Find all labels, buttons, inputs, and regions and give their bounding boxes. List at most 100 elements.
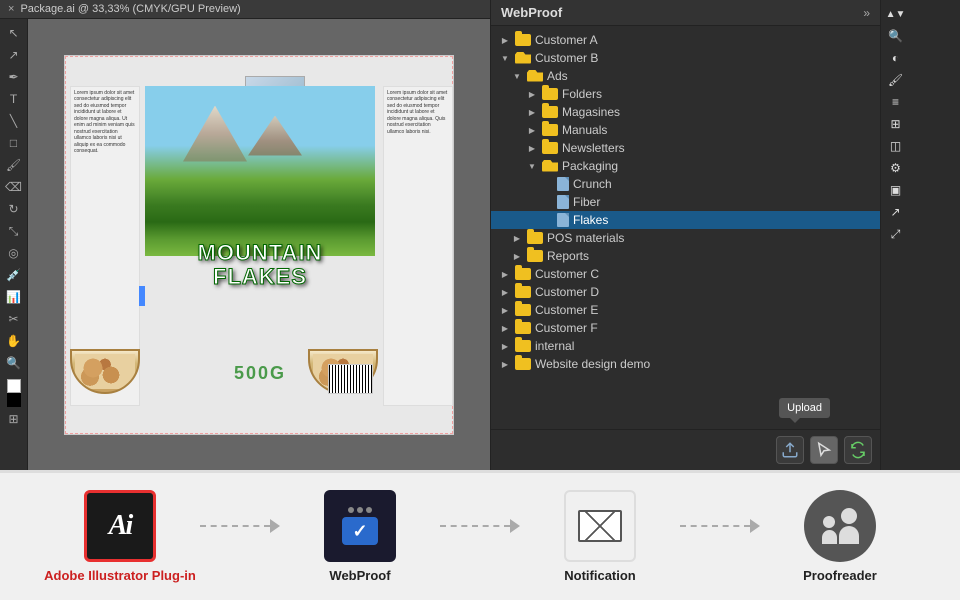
tree-label: Folders bbox=[562, 87, 602, 101]
step-label-illustrator: Adobe Illustrator Plug-in bbox=[44, 568, 196, 583]
canvas-area: Lorem ipsum dolor sit amet consectetur a… bbox=[28, 19, 490, 470]
tree-label: Manuals bbox=[562, 123, 607, 137]
blend-icon[interactable]: ◎ bbox=[3, 243, 25, 263]
direct-select-icon[interactable]: ↗ bbox=[3, 45, 25, 65]
graph-icon[interactable]: 📊 bbox=[3, 287, 25, 307]
arrow-icon: ▶ bbox=[499, 268, 511, 280]
arrow-icon: ▶ bbox=[499, 322, 511, 334]
illustrator-panel: × Package.ai @ 33,33% (CMYK/GPU Preview)… bbox=[0, 0, 490, 470]
arrow-icon: ▼ bbox=[526, 160, 538, 172]
rotate-icon[interactable]: ↻ bbox=[3, 199, 25, 219]
title-bar-text: Package.ai @ 33,33% (CMYK/GPU Preview) bbox=[20, 3, 240, 15]
tree-label: Reports bbox=[547, 249, 589, 263]
paint-icon[interactable]: 🖌 bbox=[3, 155, 25, 175]
tree-item-reports[interactable]: ▶ Reports bbox=[491, 247, 880, 265]
upload-tooltip: Upload bbox=[779, 398, 830, 418]
color-icon[interactable]: ◐ bbox=[885, 48, 907, 68]
properties-icon[interactable]: ▲▼ bbox=[885, 4, 907, 24]
tree-label: Customer F bbox=[535, 321, 598, 335]
tree-item-customer-b[interactable]: ▼ Customer B bbox=[491, 49, 880, 67]
select-tool-icon[interactable]: ↖ bbox=[3, 23, 25, 43]
workflow-step-illustrator: Ai Adobe Illustrator Plug-in bbox=[40, 490, 200, 583]
tree-item-customer-e[interactable]: ▶ Customer E bbox=[491, 301, 880, 319]
right-toolbar: ▲▼ 🔍 ◐ 🖌 ≡ ⊞ ◫ ⚙ ▣ ↗ ⤢ bbox=[880, 0, 910, 470]
type-icon[interactable]: T bbox=[3, 89, 25, 109]
tree-item-magasines[interactable]: ▶ Magasines bbox=[491, 103, 880, 121]
tree-label: Customer E bbox=[535, 303, 598, 317]
cereal-box-artwork: Lorem ipsum dolor sit amet consectetur a… bbox=[64, 55, 454, 435]
workflow-step-notification: Notification bbox=[520, 490, 680, 583]
transform-icon[interactable]: ⊞ bbox=[885, 114, 907, 134]
tree-item-fiber[interactable]: ▶ Fiber bbox=[491, 193, 880, 211]
tree-item-website-demo[interactable]: ▶ Website design demo bbox=[491, 355, 880, 373]
webproof-panel-title: WebProof bbox=[501, 5, 562, 20]
upload-btn[interactable] bbox=[776, 436, 804, 464]
tree-item-manuals[interactable]: ▶ Manuals bbox=[491, 121, 880, 139]
tree-item-internal[interactable]: ▶ internal bbox=[491, 337, 880, 355]
arrow-icon: ▶ bbox=[499, 304, 511, 316]
expand2-icon[interactable]: ⤢ bbox=[885, 224, 907, 244]
search-icon[interactable]: 🔍 bbox=[885, 26, 907, 46]
tree-item-customer-c[interactable]: ▶ Customer C bbox=[491, 265, 880, 283]
arrow-icon: ▼ bbox=[511, 70, 523, 82]
tree-label: POS materials bbox=[547, 231, 624, 245]
tree-item-newsletters[interactable]: ▶ Newsletters bbox=[491, 139, 880, 157]
line-icon[interactable]: ╲ bbox=[3, 111, 25, 131]
mountain-background bbox=[145, 86, 375, 256]
cereal-title: MOUNTAIN FLAKES bbox=[145, 241, 375, 289]
external-icon[interactable]: ↗ bbox=[885, 202, 907, 222]
scissors-icon[interactable]: ✂ bbox=[3, 309, 25, 329]
refresh-btn[interactable] bbox=[844, 436, 872, 464]
layers-icon[interactable]: ▣ bbox=[885, 180, 907, 200]
tree-item-ads[interactable]: ▼ Ads bbox=[491, 67, 880, 85]
settings-icon[interactable]: ⚙ bbox=[885, 158, 907, 178]
file-icon bbox=[557, 213, 569, 227]
webproof-header: WebProof » bbox=[491, 0, 880, 26]
zoom-icon[interactable]: 🔍 bbox=[3, 353, 25, 373]
tree-label: Magasines bbox=[562, 105, 620, 119]
stroke-color-icon[interactable] bbox=[7, 393, 21, 407]
tree-label: Customer A bbox=[535, 33, 598, 47]
workflow-step-webproof: WebProof bbox=[280, 490, 440, 583]
arrow-icon: ▶ bbox=[499, 358, 511, 370]
envelope-icon bbox=[578, 510, 622, 542]
file-icon bbox=[557, 177, 569, 191]
tree-item-packaging[interactable]: ▼ Packaging bbox=[491, 157, 880, 175]
tree-item-crunch[interactable]: ▶ Crunch bbox=[491, 175, 880, 193]
arrow-icon: ▶ bbox=[526, 88, 538, 100]
eraser-icon[interactable]: ⌫ bbox=[3, 177, 25, 197]
step-label-proofreader: Proofreader bbox=[803, 568, 877, 583]
tree-label: Ads bbox=[547, 69, 568, 83]
arrow-icon: ▶ bbox=[499, 34, 511, 46]
expand-icon[interactable]: » bbox=[863, 6, 870, 20]
tree-item-pos[interactable]: ▶ POS materials bbox=[491, 229, 880, 247]
tree-item-customer-d[interactable]: ▶ Customer D bbox=[491, 283, 880, 301]
arrow-icon: ▼ bbox=[499, 52, 511, 64]
tree-item-customer-a[interactable]: ▶ Customer A bbox=[491, 31, 880, 49]
scale-icon[interactable]: ⤡ bbox=[3, 221, 25, 241]
gradient-icon[interactable]: ◫ bbox=[885, 136, 907, 156]
tree-item-folders[interactable]: ▶ Folders bbox=[491, 85, 880, 103]
arrow-icon: ▶ bbox=[511, 250, 523, 262]
hand-icon[interactable]: ✋ bbox=[3, 331, 25, 351]
tree-item-customer-f[interactable]: ▶ Customer F bbox=[491, 319, 880, 337]
cursor-btn[interactable] bbox=[810, 436, 838, 464]
shape-icon[interactable]: □ bbox=[3, 133, 25, 153]
align-icon[interactable]: ≡ bbox=[885, 92, 907, 112]
ai-icon: Ai bbox=[84, 490, 156, 562]
tree-label: Fiber bbox=[573, 195, 600, 209]
webproof-panel: WebProof » ▶ Customer A ▼ Customer B ▼ A… bbox=[490, 0, 880, 470]
tree-label: Customer D bbox=[535, 285, 599, 299]
brush-icon[interactable]: 🖌 bbox=[885, 70, 907, 90]
people-icon bbox=[822, 508, 859, 544]
tree-item-flakes[interactable]: ▶ Flakes bbox=[491, 211, 880, 229]
screen-mode-icon[interactable]: ⊞ bbox=[3, 409, 25, 429]
pen-icon[interactable]: ✒ bbox=[3, 67, 25, 87]
eyedropper-icon[interactable]: 💉 bbox=[3, 265, 25, 285]
fill-color-icon[interactable] bbox=[7, 379, 21, 393]
close-icon[interactable]: × bbox=[8, 3, 14, 15]
arrow-icon: ▶ bbox=[526, 106, 538, 118]
step-label-notification: Notification bbox=[564, 568, 636, 583]
notification-icon bbox=[564, 490, 636, 562]
tree-label: Packaging bbox=[562, 159, 618, 173]
